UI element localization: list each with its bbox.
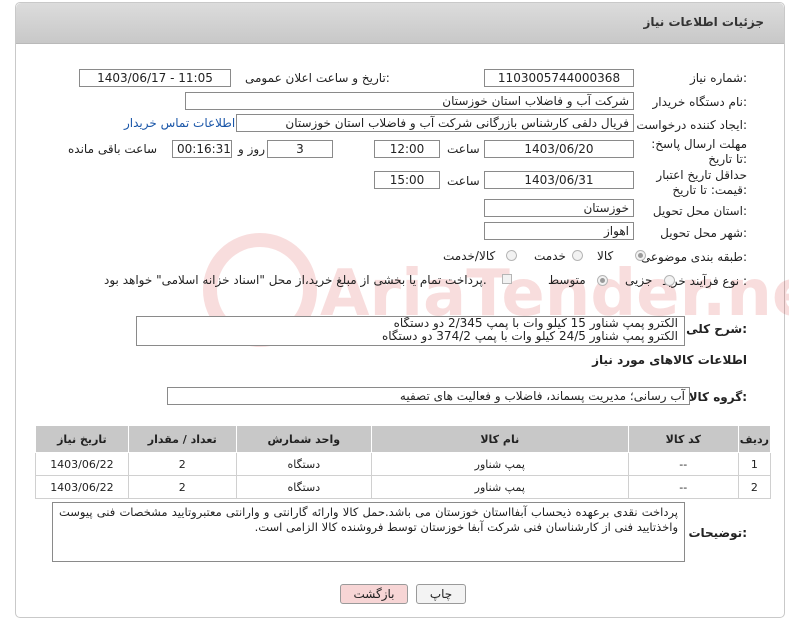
- goods-info-title: اطلاعات کالاهای مورد نیاز: [592, 353, 747, 367]
- purchase-radio-minor[interactable]: [664, 275, 675, 286]
- delivery-city-label: شهر محل تحویل:: [660, 226, 747, 240]
- deadline-label: مهلت ارسال پاسخ: تا تاریخ:: [651, 137, 747, 166]
- cell-code: --: [627, 475, 739, 499]
- validity-time-field: 15:00: [374, 171, 440, 189]
- page-title: جزئیات اطلاعات نیاز: [643, 15, 764, 29]
- cell-quantity: 2: [127, 452, 237, 476]
- remaining-time-field: 00:16:31: [172, 140, 232, 158]
- days-field: 3: [267, 140, 333, 158]
- days-label: روز و: [238, 142, 265, 156]
- requester-field: فریال دلفی کارشناس بازرگانی شرکت آب و فا…: [236, 114, 634, 132]
- delivery-city-field: اهواز: [484, 222, 634, 240]
- delivery-province-field: خوزستان: [484, 199, 634, 217]
- validity-label: حداقل تاریخ اعتبار قیمت: تا تاریخ:: [656, 168, 747, 197]
- col-unit: واحد شمارش: [235, 425, 372, 453]
- table-header-row: ردیف کد کالا نام کالا واحد شمارش تعداد /…: [35, 425, 772, 453]
- description-box: الکترو پمپ شناور 15 کیلو وات با پمپ 2/34…: [136, 316, 685, 346]
- cell-name: پمپ شناور: [370, 452, 629, 476]
- col-name: نام کالا: [370, 425, 629, 453]
- purchase-radio-medium[interactable]: [597, 275, 608, 286]
- category-option-both: کالا/خدمت: [443, 249, 496, 263]
- buyer-notes-box: پرداخت نقدی برعهده ذیحساب آبفااستان خوزس…: [52, 502, 685, 562]
- category-label: طبقه بندی موضوعی:: [640, 250, 747, 264]
- cell-unit: دستگاه: [235, 475, 372, 499]
- payment-note: پرداخت تمام یا بخشی از مبلغ خرید،از محل …: [104, 273, 487, 287]
- deadline-date-field: 1403/06/20: [484, 140, 634, 158]
- buyer-contact-link[interactable]: اطلاعات تماس خریدار: [124, 116, 235, 130]
- validity-date-field: 1403/06/31: [484, 171, 634, 189]
- announce-field: 1403/06/17 - 11:05: [79, 69, 231, 87]
- remaining-label: ساعت باقی مانده: [68, 142, 158, 156]
- cell-name: پمپ شناور: [370, 475, 629, 499]
- cell-date: 1403/06/22: [35, 475, 129, 499]
- buyer-org-label: نام دستگاه خریدار:: [652, 95, 748, 109]
- col-quantity: تعداد / مقدار: [127, 425, 237, 453]
- panel-header: جزئیات اطلاعات نیاز: [16, 3, 784, 44]
- col-row: ردیف: [737, 425, 772, 453]
- col-code: کد کالا: [627, 425, 739, 453]
- cell-quantity: 2: [127, 475, 237, 499]
- goods-table: ردیف کد کالا نام کالا واحد شمارش تعداد /…: [35, 425, 772, 499]
- requester-label: ایجاد کننده درخواست:: [636, 118, 747, 132]
- print-button[interactable]: چاپ: [416, 584, 466, 604]
- table-row: 2 -- پمپ شناور دستگاه 2 1403/06/22: [35, 475, 772, 499]
- category-radio-both[interactable]: [506, 250, 517, 261]
- cell-code: --: [627, 452, 739, 476]
- deadline-time-label: ساعت: [447, 142, 480, 156]
- description-line-2: الکترو پمپ شناور 24/5 کیلو وات با پمپ 37…: [381, 329, 678, 343]
- cell-date: 1403/06/22: [35, 452, 129, 476]
- purchase-option-medium: متوسط: [548, 273, 586, 287]
- need-number-field: 1103005744000368: [484, 69, 634, 87]
- category-radio-service[interactable]: [572, 250, 583, 261]
- delivery-province-label: استان محل تحویل:: [652, 204, 747, 218]
- cell-row: 1: [737, 452, 772, 476]
- category-radio-goods[interactable]: [635, 250, 646, 261]
- goods-group-field: آب رسانی؛ مدیریت پسماند، فاضلاب و فعالیت…: [167, 387, 690, 405]
- category-option-goods: کالا: [597, 249, 614, 263]
- announce-label: تاریخ و ساعت اعلان عمومی:: [245, 71, 390, 85]
- category-option-service: خدمت: [534, 249, 566, 263]
- cell-unit: دستگاه: [235, 452, 372, 476]
- treasury-checkbox[interactable]: [502, 274, 512, 284]
- deadline-time-field: 12:00: [374, 140, 440, 158]
- table-row: 1 -- پمپ شناور دستگاه 2 1403/06/22: [35, 452, 772, 476]
- goods-group-label: گروه کالا:: [688, 390, 747, 404]
- purchase-option-minor: جزیی: [625, 273, 653, 287]
- validity-time-label: ساعت: [447, 174, 480, 188]
- cell-row: 2: [737, 475, 772, 499]
- buyer-org-field: شرکت آب و فاضلاب استان خوزستان: [185, 92, 634, 110]
- need-number-label: شماره نیاز:: [689, 71, 747, 85]
- back-button[interactable]: بازگشت: [340, 584, 408, 604]
- col-date: تاریخ نیاز: [35, 425, 129, 453]
